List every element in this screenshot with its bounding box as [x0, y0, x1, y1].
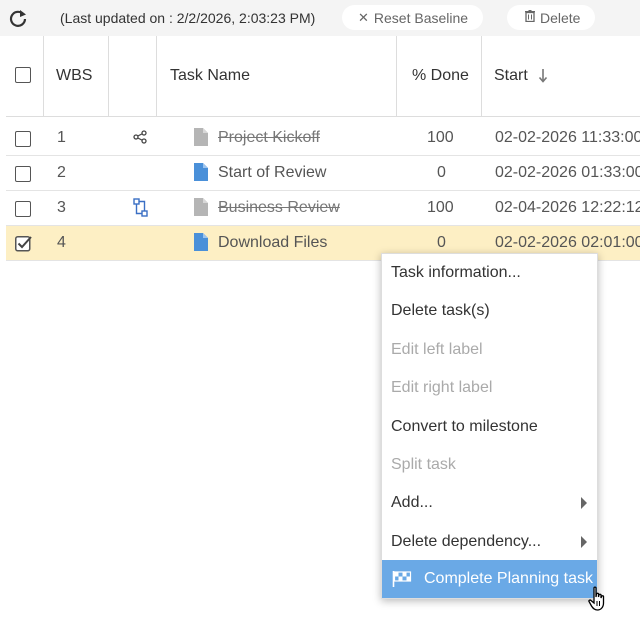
row-checkbox-checked[interactable] [15, 235, 33, 252]
close-icon: ✕ [358, 9, 369, 25]
select-all-checkbox[interactable] [15, 67, 31, 83]
row-checkbox[interactable] [15, 131, 31, 147]
wbs-cell: 3 [57, 199, 66, 216]
start-cell: 02-02-2026 01:33:00 [495, 164, 640, 181]
task-name-cell[interactable]: Project Kickoff [218, 121, 320, 155]
document-icon [194, 233, 208, 251]
submenu-arrow-icon [581, 536, 587, 548]
table-row[interactable]: 2 Start of Review 0 02-02-2026 01:33:00 [6, 156, 640, 191]
context-menu: Task information... Delete task(s) Edit … [381, 253, 598, 599]
column-header-done[interactable]: % Done [412, 36, 469, 116]
grid-header: WBS Task Name % Done Start [6, 36, 640, 117]
menu-item-split-task[interactable]: Split task [382, 446, 597, 484]
delete-label: Delete [540, 9, 581, 26]
hand-cursor-icon [588, 586, 605, 611]
table-row[interactable]: 1 Project Kickoff 100 02-02-2026 11:33:0… [6, 121, 640, 156]
menu-item-edit-left-label[interactable]: Edit left label [382, 331, 597, 369]
menu-item-add-label: Add... [391, 494, 433, 511]
task-name-cell[interactable]: Start of Review [218, 156, 326, 190]
submenu-arrow-icon [581, 497, 587, 509]
document-icon [194, 163, 208, 181]
reset-baseline-button[interactable]: ✕ Reset Baseline [342, 5, 483, 30]
menu-item-edit-right-label[interactable]: Edit right label [382, 369, 597, 407]
last-updated-text: (Last updated on : 2/2/2026, 2:03:23 PM) [60, 10, 316, 26]
column-header-task-name[interactable]: Task Name [170, 36, 250, 116]
menu-item-complete-planning-task-label: Complete Planning task [424, 570, 593, 587]
share-icon [133, 130, 147, 144]
trash-icon [525, 10, 535, 25]
done-cell: 100 [427, 199, 454, 216]
reset-baseline-label: Reset Baseline [373, 9, 469, 26]
menu-item-complete-planning-task[interactable]: Complete Planning task [382, 560, 597, 598]
done-cell: 100 [427, 129, 454, 146]
wbs-cell: 1 [57, 129, 66, 146]
menu-item-delete-tasks[interactable]: Delete task(s) [382, 292, 597, 330]
menu-item-add[interactable]: Add... [382, 484, 597, 522]
delete-button[interactable]: Delete [507, 5, 595, 30]
refresh-icon[interactable] [8, 8, 28, 28]
task-name-cell[interactable]: Download Files [218, 226, 327, 260]
start-cell: 02-02-2026 11:33:00 [495, 129, 640, 146]
toolbar: (Last updated on : 2/2/2026, 2:03:23 PM)… [0, 0, 640, 36]
wbs-cell: 2 [57, 164, 66, 181]
start-header-label: Start [494, 67, 528, 84]
dependency-icon [133, 198, 148, 217]
column-header-start[interactable]: Start [494, 36, 548, 116]
menu-item-convert-to-milestone[interactable]: Convert to milestone [382, 408, 597, 446]
document-icon [194, 198, 208, 216]
done-cell: 0 [437, 164, 446, 181]
checkered-flag-icon [392, 571, 412, 587]
row-checkbox[interactable] [15, 166, 31, 182]
menu-item-delete-dependency[interactable]: Delete dependency... [382, 523, 597, 561]
task-name-cell[interactable]: Business Review [218, 191, 340, 225]
menu-item-delete-dependency-label: Delete dependency... [391, 533, 542, 550]
sort-descending-icon [538, 69, 547, 83]
table-row[interactable]: 3 Business Review 100 02-04-2026 12:22:1… [6, 191, 640, 226]
wbs-cell: 4 [57, 234, 66, 251]
document-icon [194, 128, 208, 146]
row-checkbox[interactable] [15, 201, 31, 217]
menu-item-task-information[interactable]: Task information... [382, 254, 597, 292]
column-header-wbs[interactable]: WBS [56, 36, 92, 116]
start-cell: 02-04-2026 12:22:12 [495, 199, 640, 216]
